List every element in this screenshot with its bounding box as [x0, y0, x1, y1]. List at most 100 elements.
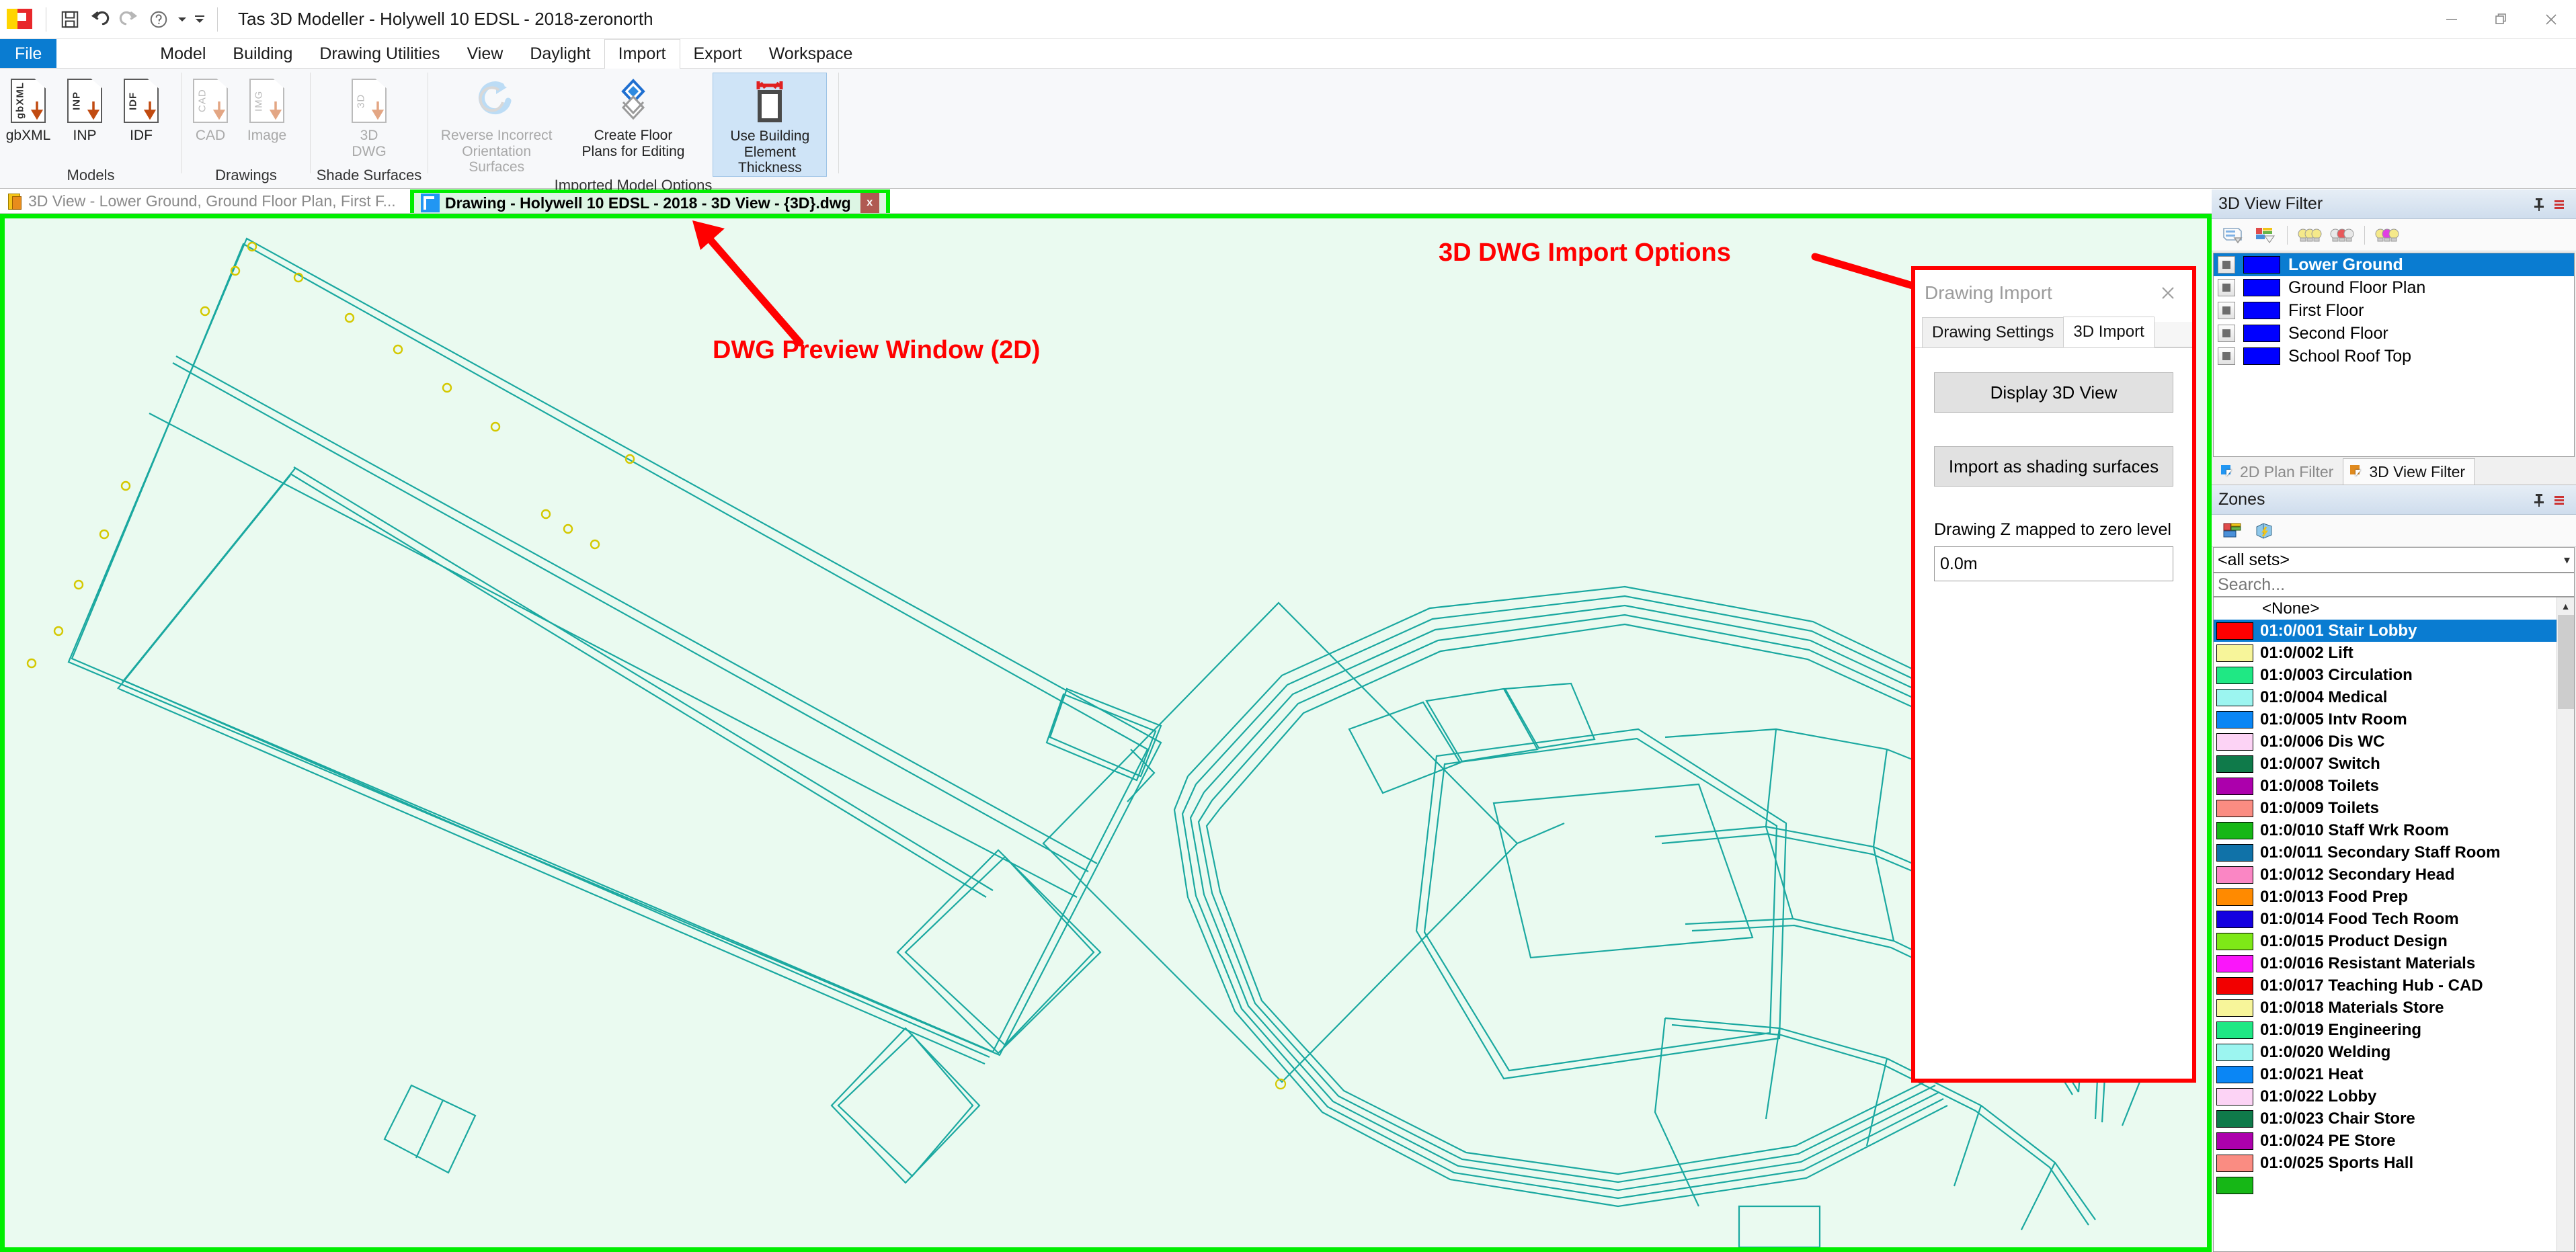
import-as-shading-surfaces-button[interactable]: Import as shading surfaces: [1934, 446, 2173, 487]
view-filter-item-second-floor[interactable]: Second Floor: [2214, 322, 2574, 345]
toolbar-divider-2: [217, 7, 218, 32]
close-button[interactable]: [2526, 0, 2576, 39]
zones-list[interactable]: <None> 01:0/001 Stair Lobby 01:0/002 Lif…: [2213, 597, 2575, 1252]
panel-menu-icon[interactable]: [2549, 194, 2569, 214]
panel-menu-icon[interactable]: [2549, 490, 2569, 510]
visibility-checkbox[interactable]: [2218, 279, 2235, 296]
menu-item-daylight[interactable]: Daylight: [516, 39, 604, 69]
visibility-checkbox[interactable]: [2218, 302, 2235, 319]
zone-row[interactable]: 01:0/010 Staff Wrk Room: [2214, 819, 2557, 841]
zone-row[interactable]: 01:0/002 Lift: [2214, 642, 2557, 664]
menu-item-model[interactable]: Model: [147, 39, 219, 69]
zone-row[interactable]: 01:0/001 Stair Lobby: [2214, 620, 2557, 642]
menu-item-view[interactable]: View: [454, 39, 517, 69]
help-dropdown-chevron-down-icon[interactable]: [174, 5, 190, 34]
undo-icon[interactable]: [85, 5, 114, 34]
view-filter-item-first-floor[interactable]: First Floor: [2214, 299, 2574, 322]
menu-item-import[interactable]: Import: [604, 39, 680, 69]
reverse-incorrect-orientation-surfaces-button[interactable]: Reverse Incorrect Orientation Surfaces: [440, 73, 554, 175]
zone-row[interactable]: 01:0/011 Secondary Staff Room: [2214, 841, 2557, 864]
pin-icon[interactable]: [2529, 194, 2549, 214]
scroll-up-icon[interactable]: ▲: [2557, 597, 2575, 615]
close-icon[interactable]: [2153, 278, 2183, 308]
document-tab-drawing-dwg[interactable]: Drawing - Holywell 10 EDSL - 2018 - 3D V…: [410, 190, 890, 213]
zones-scrollbar[interactable]: ▲: [2557, 597, 2574, 1251]
view-filter-list[interactable]: Lower Ground Ground Floor Plan First Flo…: [2213, 253, 2575, 457]
zone-row[interactable]: 01:0/022 Lobby: [2214, 1085, 2557, 1108]
save-icon[interactable]: [56, 5, 84, 34]
zone-row[interactable]: 01:0/003 Circulation: [2214, 664, 2557, 686]
zone-label: 01:0/019 Engineering: [2260, 1020, 2422, 1039]
scrollbar-thumb[interactable]: [2557, 615, 2574, 709]
redo-icon[interactable]: [115, 5, 143, 34]
dwg-preview-canvas[interactable]: [0, 214, 2212, 1252]
zone-row[interactable]: 01:0/023 Chair Store: [2214, 1108, 2557, 1130]
zone-row[interactable]: 01:0/014 Food Tech Room: [2214, 908, 2557, 930]
view-filter-item-lower-ground[interactable]: Lower Ground: [2214, 253, 2574, 276]
menu-item-drawing-utilities[interactable]: Drawing Utilities: [306, 39, 453, 69]
lights-selected-icon[interactable]: [2328, 223, 2356, 247]
import-3d-dwg-button[interactable]: 3D 3D DWG: [341, 73, 397, 159]
zone-groups-icon[interactable]: [2218, 519, 2247, 543]
import-inp-button[interactable]: INP INP: [56, 73, 113, 144]
tab-3d-view-filter[interactable]: 3D View Filter: [2343, 458, 2476, 485]
zone-row[interactable]: 01:0/005 Intv Room: [2214, 708, 2557, 731]
lights-all-icon[interactable]: [2296, 223, 2324, 247]
edit-filter-icon[interactable]: [2218, 223, 2247, 247]
import-image-button[interactable]: IMG Image: [239, 73, 295, 144]
visibility-checkbox[interactable]: [2218, 256, 2235, 274]
zone-row[interactable]: 01:0/017 Teaching Hub - CAD: [2214, 974, 2557, 997]
zone-highlight-icon[interactable]: [2251, 519, 2279, 543]
apply-filter-icon[interactable]: [2251, 223, 2279, 247]
use-building-element-thickness-button[interactable]: Use Building Element Thickness: [713, 73, 828, 177]
tab-2d-plan-filter[interactable]: 2D Plan Filter: [2214, 459, 2343, 485]
zone-row[interactable]: 01:0/020 Welding: [2214, 1041, 2557, 1063]
import-cad-button[interactable]: CAD CAD: [182, 73, 239, 144]
zone-row[interactable]: 01:0/012 Secondary Head: [2214, 864, 2557, 886]
help-icon[interactable]: [145, 5, 173, 34]
tab-drawing-settings[interactable]: Drawing Settings: [1922, 317, 2064, 347]
document-tab-3d-view[interactable]: 3D View - Lower Ground, Ground Floor Pla…: [0, 190, 410, 213]
zone-row[interactable]: 01:0/016 Resistant Materials: [2214, 952, 2557, 974]
zone-row[interactable]: [2214, 1174, 2557, 1196]
menu-item-workspace[interactable]: Workspace: [756, 39, 867, 69]
zone-row[interactable]: 01:0/021 Heat: [2214, 1063, 2557, 1085]
zones-list-body: <None> 01:0/001 Stair Lobby 01:0/002 Lif…: [2214, 597, 2557, 1251]
zone-row[interactable]: 01:0/004 Medical: [2214, 686, 2557, 708]
zone-row[interactable]: 01:0/019 Engineering: [2214, 1019, 2557, 1041]
customize-qat-icon[interactable]: [192, 5, 208, 34]
lights-highlight-icon[interactable]: [2373, 223, 2401, 247]
zone-row[interactable]: 01:0/025 Sports Hall: [2214, 1152, 2557, 1174]
zone-row[interactable]: 01:0/024 PE Store: [2214, 1130, 2557, 1152]
import-idf-button[interactable]: IDF IDF: [113, 73, 169, 144]
zone-row[interactable]: 01:0/008 Toilets: [2214, 775, 2557, 797]
create-floor-plans-for-editing-button[interactable]: Create Floor Plans for Editing: [576, 73, 690, 159]
display-3d-view-button[interactable]: Display 3D View: [1934, 372, 2173, 413]
menu-item-file[interactable]: File: [0, 39, 57, 69]
visibility-checkbox[interactable]: [2218, 325, 2235, 342]
zone-row[interactable]: 01:0/009 Toilets: [2214, 797, 2557, 819]
zone-set-selector[interactable]: <all sets> ▾: [2213, 547, 2575, 573]
zone-row[interactable]: 01:0/007 Switch: [2214, 753, 2557, 775]
zone-label: 01:0/003 Circulation: [2260, 665, 2413, 684]
ribbon-group-label: Models: [67, 167, 115, 183]
menu-item-export[interactable]: Export: [680, 39, 756, 69]
zones-search-input[interactable]: [2213, 573, 2575, 597]
zone-row[interactable]: 01:0/018 Materials Store: [2214, 997, 2557, 1019]
pin-icon[interactable]: [2529, 490, 2549, 510]
menu-item-building[interactable]: Building: [219, 39, 306, 69]
minimize-button[interactable]: [2427, 0, 2477, 39]
view-filter-item-school-roof-top[interactable]: School Roof Top: [2214, 345, 2574, 368]
view-filter-item-ground-floor-plan[interactable]: Ground Floor Plan: [2214, 276, 2574, 299]
color-swatch: [2216, 888, 2253, 906]
import-gbxml-button[interactable]: gbXML gbXML: [0, 73, 56, 144]
restore-button[interactable]: [2477, 0, 2526, 39]
zone-row-none[interactable]: <None>: [2214, 597, 2557, 620]
zone-row[interactable]: 01:0/006 Dis WC: [2214, 731, 2557, 753]
visibility-checkbox[interactable]: [2218, 347, 2235, 365]
tab-3d-import[interactable]: 3D Import: [2063, 317, 2155, 347]
close-icon[interactable]: x: [860, 193, 879, 213]
drawing-z-input[interactable]: [1934, 546, 2173, 581]
zone-row[interactable]: 01:0/015 Product Design: [2214, 930, 2557, 952]
zone-row[interactable]: 01:0/013 Food Prep: [2214, 886, 2557, 908]
